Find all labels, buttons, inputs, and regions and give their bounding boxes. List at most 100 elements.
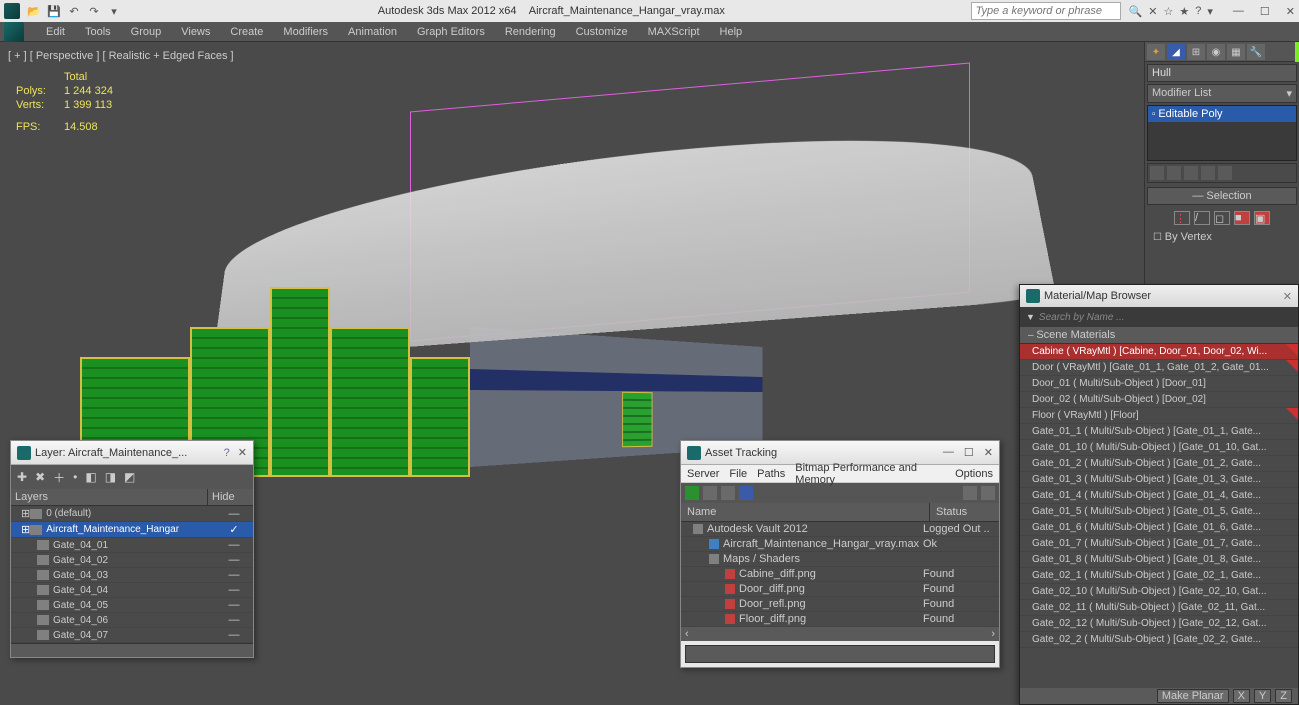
planar-x-button[interactable]: X	[1233, 689, 1250, 703]
material-row[interactable]: Gate_02_2 ( Multi/Sub-Object ) [Gate_02_…	[1020, 632, 1298, 648]
menu-graph-editors[interactable]: Graph Editors	[407, 26, 495, 38]
add-to-layer-icon[interactable]: ＋	[53, 469, 65, 486]
asset-menu-bitmap-performance-and-memory[interactable]: Bitmap Performance and Memory	[795, 462, 945, 486]
material-row[interactable]: Floor ( VRayMtl ) [Floor]	[1020, 408, 1298, 424]
display-tab-icon[interactable]: ▦	[1227, 44, 1245, 60]
layer-row[interactable]: ⊞ 0 (default)—	[11, 506, 253, 522]
asset-view1-icon[interactable]	[703, 486, 717, 500]
help-icon[interactable]: ?	[1195, 5, 1201, 17]
make-unique-icon[interactable]	[1184, 166, 1198, 180]
material-panel-titlebar[interactable]: Material/Map Browser ✕	[1020, 285, 1298, 307]
modifier-item-editable-poly[interactable]: ▫ Editable Poly	[1148, 106, 1296, 122]
fav-icon[interactable]: ★	[1179, 5, 1189, 18]
asset-row[interactable]: Door_refl.pngFound	[681, 597, 999, 612]
asset-minimize-icon[interactable]: —	[943, 446, 954, 459]
polygon-icon[interactable]: ■	[1234, 211, 1250, 225]
utilities-tab-icon[interactable]: 🔧	[1247, 44, 1265, 60]
menu-maxscript[interactable]: MAXScript	[638, 26, 710, 38]
selection-rollout-header[interactable]: — Selection	[1147, 187, 1297, 205]
material-row[interactable]: Gate_01_1 ( Multi/Sub-Object ) [Gate_01_…	[1020, 424, 1298, 440]
open-icon[interactable]: 📂	[26, 3, 42, 19]
asset-close-icon[interactable]: ✕	[984, 446, 993, 459]
help-dropdown-icon[interactable]: ▾	[1207, 5, 1213, 18]
qat-dropdown-icon[interactable]: ▾	[106, 3, 122, 19]
menu-help[interactable]: Help	[710, 26, 753, 38]
layer-row[interactable]: Gate_04_03—	[11, 568, 253, 583]
menu-animation[interactable]: Animation	[338, 26, 407, 38]
material-close-icon[interactable]: ✕	[1283, 290, 1292, 303]
asset-menu-options[interactable]: Options	[955, 468, 993, 480]
material-row[interactable]: Gate_01_6 ( Multi/Sub-Object ) [Gate_01_…	[1020, 520, 1298, 536]
viewport-label[interactable]: [ + ] [ Perspective ] [ Realistic + Edge…	[8, 50, 234, 62]
material-row[interactable]: Gate_01_4 ( Multi/Sub-Object ) [Gate_01_…	[1020, 488, 1298, 504]
undo-icon[interactable]: ↶	[66, 3, 82, 19]
layer-row[interactable]: Gate_04_02—	[11, 553, 253, 568]
planar-y-button[interactable]: Y	[1254, 689, 1271, 703]
asset-tool-a-icon[interactable]	[963, 486, 977, 500]
asset-menu-server[interactable]: Server	[687, 468, 719, 480]
material-row[interactable]: Gate_02_1 ( Multi/Sub-Object ) [Gate_02_…	[1020, 568, 1298, 584]
modifier-list-dropdown[interactable]: Modifier List▾	[1147, 84, 1297, 103]
material-row[interactable]: Gate_01_3 ( Multi/Sub-Object ) [Gate_01_…	[1020, 472, 1298, 488]
infocenter-search[interactable]	[971, 2, 1121, 20]
menu-modifiers[interactable]: Modifiers	[273, 26, 338, 38]
material-row[interactable]: Gate_01_8 ( Multi/Sub-Object ) [Gate_01_…	[1020, 552, 1298, 568]
asset-row[interactable]: Autodesk Vault 2012Logged Out ..	[681, 522, 999, 537]
asset-row[interactable]: Door_diff.pngFound	[681, 582, 999, 597]
minimize-button[interactable]: —	[1233, 5, 1244, 18]
asset-row[interactable]: Cabine_diff.pngFound	[681, 567, 999, 582]
asset-menu-paths[interactable]: Paths	[757, 468, 785, 480]
edge-icon[interactable]: /	[1194, 211, 1210, 225]
freeze-layer-icon[interactable]: ◩	[124, 470, 135, 484]
layer-row[interactable]: Gate_04_05—	[11, 598, 253, 613]
material-row[interactable]: Gate_01_2 ( Multi/Sub-Object ) [Gate_01_…	[1020, 456, 1298, 472]
make-planar-button[interactable]: Make Planar	[1157, 689, 1229, 703]
motion-tab-icon[interactable]: ◉	[1207, 44, 1225, 60]
layer-help-icon[interactable]: ?	[224, 447, 230, 459]
show-end-result-icon[interactable]	[1167, 166, 1181, 180]
planar-z-button[interactable]: Z	[1275, 689, 1292, 703]
redo-icon[interactable]: ↷	[86, 3, 102, 19]
menu-views[interactable]: Views	[171, 26, 220, 38]
menu-create[interactable]: Create	[220, 26, 273, 38]
asset-row[interactable]: Floor_diff.pngFound	[681, 612, 999, 627]
new-layer-icon[interactable]: ✚	[17, 470, 27, 484]
vertex-icon[interactable]: ⋮	[1174, 211, 1190, 225]
material-row[interactable]: Gate_01_5 ( Multi/Sub-Object ) [Gate_01_…	[1020, 504, 1298, 520]
configure-sets-icon[interactable]	[1218, 166, 1232, 180]
app-icon[interactable]	[4, 3, 20, 19]
material-row[interactable]: Door_01 ( Multi/Sub-Object ) [Door_01]	[1020, 376, 1298, 392]
modify-tab-icon[interactable]: ◢	[1167, 44, 1185, 60]
material-row[interactable]: Gate_01_7 ( Multi/Sub-Object ) [Gate_01_…	[1020, 536, 1298, 552]
layer-row[interactable]: Gate_04_01—	[11, 538, 253, 553]
menu-tools[interactable]: Tools	[75, 26, 121, 38]
hide-layer-icon[interactable]: ◨	[105, 470, 116, 484]
remove-modifier-icon[interactable]	[1201, 166, 1215, 180]
modifier-stack[interactable]: ▫ Editable Poly	[1147, 105, 1297, 161]
hierarchy-tab-icon[interactable]: ⊞	[1187, 44, 1205, 60]
asset-row[interactable]: Maps / Shaders	[681, 552, 999, 567]
asset-maximize-icon[interactable]: ☐	[964, 446, 974, 459]
material-row[interactable]: Gate_02_10 ( Multi/Sub-Object ) [Gate_02…	[1020, 584, 1298, 600]
menu-edit[interactable]: Edit	[36, 26, 75, 38]
menu-rendering[interactable]: Rendering	[495, 26, 566, 38]
asset-row[interactable]: Aircraft_Maintenance_Hangar_vray.maxOk	[681, 537, 999, 552]
element-icon[interactable]: ▣	[1254, 211, 1270, 225]
highlight-layer-icon[interactable]: ◧	[85, 470, 96, 484]
material-row[interactable]: Cabine ( VRayMtl ) [Cabine, Door_01, Doo…	[1020, 344, 1298, 360]
object-name-field[interactable]: Hull	[1147, 64, 1297, 82]
asset-view3-icon[interactable]	[739, 486, 753, 500]
layer-row[interactable]: Gate_04_06—	[11, 613, 253, 628]
app-menu-icon[interactable]	[4, 22, 24, 42]
layer-close-icon[interactable]: ✕	[238, 446, 247, 459]
save-icon[interactable]: 💾	[46, 3, 62, 19]
search-icon[interactable]: 🔍	[1129, 5, 1143, 18]
material-row[interactable]: Gate_02_11 ( Multi/Sub-Object ) [Gate_02…	[1020, 600, 1298, 616]
border-icon[interactable]: ◻	[1214, 211, 1230, 225]
asset-menu-file[interactable]: File	[729, 468, 747, 480]
material-row[interactable]: Gate_02_12 ( Multi/Sub-Object ) [Gate_02…	[1020, 616, 1298, 632]
menu-customize[interactable]: Customize	[566, 26, 638, 38]
maximize-button[interactable]: ☐	[1260, 5, 1270, 18]
material-row[interactable]: Door_02 ( Multi/Sub-Object ) [Door_02]	[1020, 392, 1298, 408]
search-dropdown-icon[interactable]: ▼	[1026, 312, 1035, 322]
